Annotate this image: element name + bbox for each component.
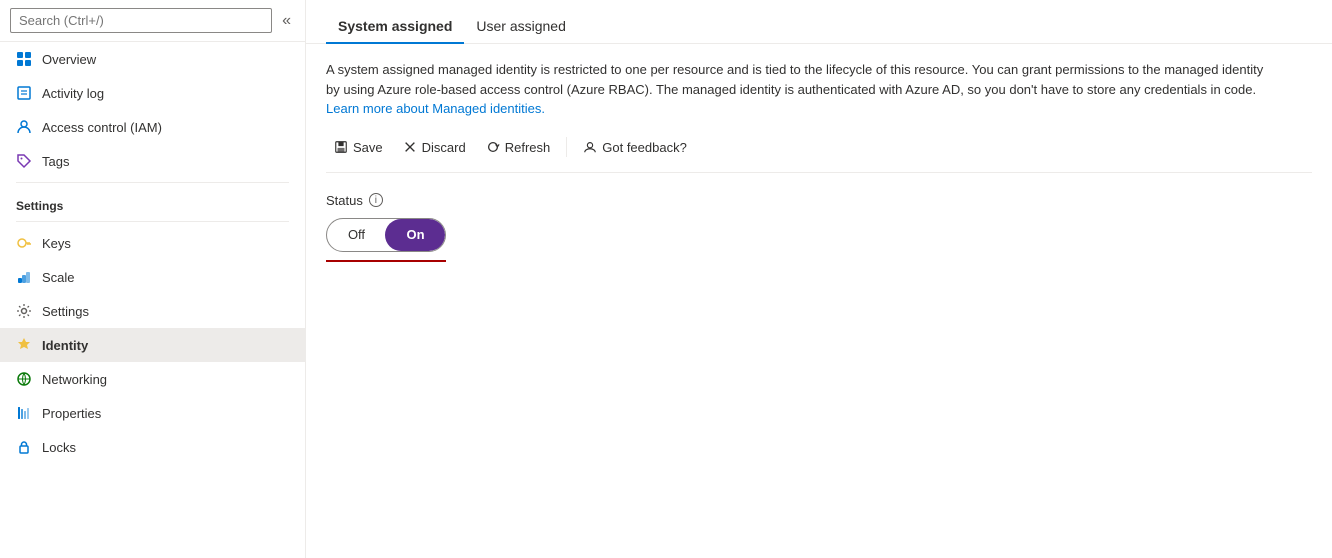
- nav-item-activity-log[interactable]: Activity log: [0, 76, 305, 110]
- main-content: System assigned User assigned A system a…: [306, 0, 1332, 558]
- tags-icon: [16, 153, 32, 169]
- nav-label-iam: Access control (IAM): [42, 120, 162, 135]
- toggle-on-option[interactable]: On: [386, 218, 445, 252]
- nav-label-tags: Tags: [42, 154, 69, 169]
- nav-label-scale: Scale: [42, 270, 75, 285]
- search-input[interactable]: [10, 8, 272, 33]
- nav-item-properties[interactable]: Properties: [0, 396, 305, 430]
- identity-icon: [16, 337, 32, 353]
- tabs-bar: System assigned User assigned: [306, 0, 1332, 44]
- keys-icon: [16, 235, 32, 251]
- sidebar: « Overview Activity log: [0, 0, 306, 558]
- toolbar: Save Discard Refresh: [326, 135, 1312, 173]
- networking-icon: [16, 371, 32, 387]
- nav-item-settings[interactable]: Settings: [0, 294, 305, 328]
- nav-item-identity[interactable]: Identity: [0, 328, 305, 362]
- description-text: A system assigned managed identity is re…: [326, 60, 1276, 119]
- toggle-wrapper: Off On: [326, 218, 446, 262]
- discard-button[interactable]: Discard: [395, 135, 474, 160]
- collapse-button[interactable]: «: [278, 10, 295, 32]
- settings-divider: [16, 182, 289, 183]
- discard-icon: [403, 140, 417, 154]
- search-box: «: [0, 0, 305, 42]
- toggle-off-option[interactable]: Off: [327, 218, 386, 252]
- status-info-icon[interactable]: i: [369, 193, 383, 207]
- nav-label-activity-log: Activity log: [42, 86, 104, 101]
- nav-item-scale[interactable]: Scale: [0, 260, 305, 294]
- content-area: A system assigned managed identity is re…: [306, 44, 1332, 278]
- feedback-button[interactable]: Got feedback?: [575, 135, 695, 160]
- settings-divider2: [16, 221, 289, 222]
- status-toggle[interactable]: Off On: [326, 218, 446, 252]
- nav-item-iam[interactable]: Access control (IAM): [0, 110, 305, 144]
- activity-log-icon: [16, 85, 32, 101]
- iam-icon: [16, 119, 32, 135]
- nav-label-overview: Overview: [42, 52, 96, 67]
- nav-label-locks: Locks: [42, 440, 76, 455]
- nav-item-overview[interactable]: Overview: [0, 42, 305, 76]
- toolbar-separator: [566, 137, 567, 157]
- tab-user-assigned[interactable]: User assigned: [464, 10, 578, 44]
- nav-label-properties: Properties: [42, 406, 101, 421]
- refresh-button[interactable]: Refresh: [478, 135, 559, 160]
- tab-system-assigned[interactable]: System assigned: [326, 10, 464, 44]
- status-label-row: Status i: [326, 193, 1312, 208]
- properties-icon: [16, 405, 32, 421]
- overview-icon: [16, 51, 32, 67]
- settings-section-header: Settings: [0, 187, 305, 217]
- locks-icon: [16, 439, 32, 455]
- toggle-underline: [326, 260, 446, 262]
- nav-label-networking: Networking: [42, 372, 107, 387]
- nav-item-locks[interactable]: Locks: [0, 430, 305, 464]
- learn-more-link[interactable]: Learn more about Managed identities.: [326, 101, 545, 116]
- save-button[interactable]: Save: [326, 135, 391, 160]
- scale-icon: [16, 269, 32, 285]
- nav-label-settings: Settings: [42, 304, 89, 319]
- nav-label-identity: Identity: [42, 338, 88, 353]
- nav-label-keys: Keys: [42, 236, 71, 251]
- settings-icon: [16, 303, 32, 319]
- nav-item-keys[interactable]: Keys: [0, 226, 305, 260]
- status-section: Status i Off On: [326, 193, 1312, 262]
- save-icon: [334, 140, 348, 154]
- nav-item-tags[interactable]: Tags: [0, 144, 305, 178]
- feedback-icon: [583, 140, 597, 154]
- refresh-icon: [486, 140, 500, 154]
- nav-item-networking[interactable]: Networking: [0, 362, 305, 396]
